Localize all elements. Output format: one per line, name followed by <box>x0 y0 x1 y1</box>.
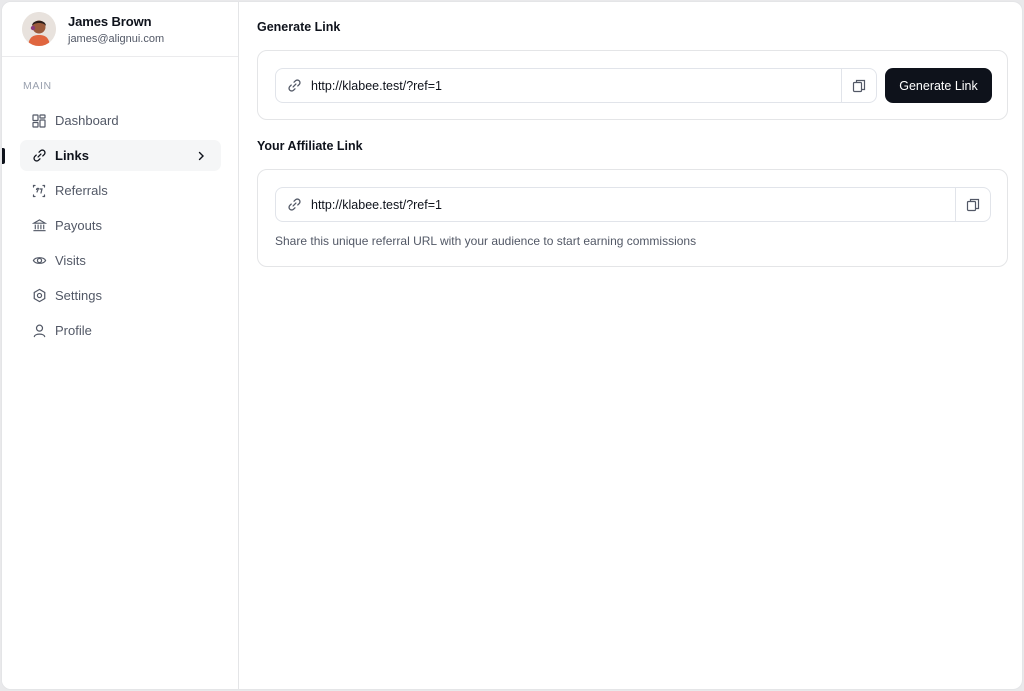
sidebar-item-links[interactable]: Links <box>2 140 221 171</box>
affiliate-link-field[interactable]: http://klabee.test/?ref=1 <box>275 187 991 222</box>
copy-button[interactable] <box>841 69 876 102</box>
link-icon <box>31 148 47 164</box>
sidebar-item-label: Visits <box>55 253 86 268</box>
sidebar-item-label: Dashboard <box>55 113 119 128</box>
copy-icon <box>966 198 980 211</box>
dashboard-icon <box>31 113 47 129</box>
user-icon <box>31 323 47 339</box>
sidebar-item-settings[interactable]: Settings <box>20 280 221 311</box>
sidebar-item-label: Referrals <box>55 183 108 198</box>
sidebar-item-referrals[interactable]: Referrals <box>20 175 221 206</box>
active-indicator <box>2 148 5 164</box>
affiliate-link-heading: Your Affiliate Link <box>257 139 363 153</box>
main-content: Generate Link http://klabee.test/?ref=1 <box>240 2 1022 689</box>
copy-icon <box>852 79 866 92</box>
link-icon <box>287 197 303 213</box>
eye-icon <box>31 253 47 269</box>
generate-link-url[interactable]: http://klabee.test/?ref=1 <box>311 79 841 93</box>
user-name: James Brown <box>68 13 152 29</box>
sidebar-item-dashboard[interactable]: Dashboard <box>20 105 221 136</box>
link-icon <box>287 78 303 94</box>
chevron-right-icon <box>195 149 207 167</box>
copy-button[interactable] <box>955 188 990 221</box>
sidebar-item-visits[interactable]: Visits <box>20 245 221 276</box>
affiliate-link-url[interactable]: http://klabee.test/?ref=1 <box>311 198 955 212</box>
sidebar-item-payouts[interactable]: Payouts <box>20 210 221 241</box>
generate-link-heading: Generate Link <box>257 20 341 34</box>
avatar <box>22 12 56 46</box>
sidebar-item-label: Links <box>55 148 89 163</box>
app-window: James Brown james@alignui.com MAIN Dashb… <box>1 1 1023 690</box>
sidebar: James Brown james@alignui.com MAIN Dashb… <box>2 2 239 689</box>
affiliate-link-hint: Share this unique referral URL with your… <box>275 234 697 248</box>
generate-link-field[interactable]: http://klabee.test/?ref=1 <box>275 68 877 103</box>
gear-icon <box>31 288 47 304</box>
sidebar-nav: Dashboard Links Referrals Payouts Visits… <box>2 105 238 346</box>
bank-icon <box>31 218 47 234</box>
sidebar-item-label: Settings <box>55 288 102 303</box>
sidebar-item-label: Payouts <box>55 218 102 233</box>
affiliate-link-card: http://klabee.test/?ref=1 Share this uni… <box>257 169 1008 267</box>
sidebar-item-label: Profile <box>55 323 92 338</box>
sidebar-item-profile[interactable]: Profile <box>20 315 221 346</box>
user-profile[interactable]: James Brown james@alignui.com <box>2 2 238 57</box>
referrals-icon <box>31 183 47 199</box>
section-label-main: MAIN <box>23 80 52 92</box>
generate-link-button[interactable]: Generate Link <box>885 68 992 103</box>
user-email: james@alignui.com <box>68 32 165 45</box>
generate-link-card: http://klabee.test/?ref=1 Generate Link <box>257 50 1008 120</box>
